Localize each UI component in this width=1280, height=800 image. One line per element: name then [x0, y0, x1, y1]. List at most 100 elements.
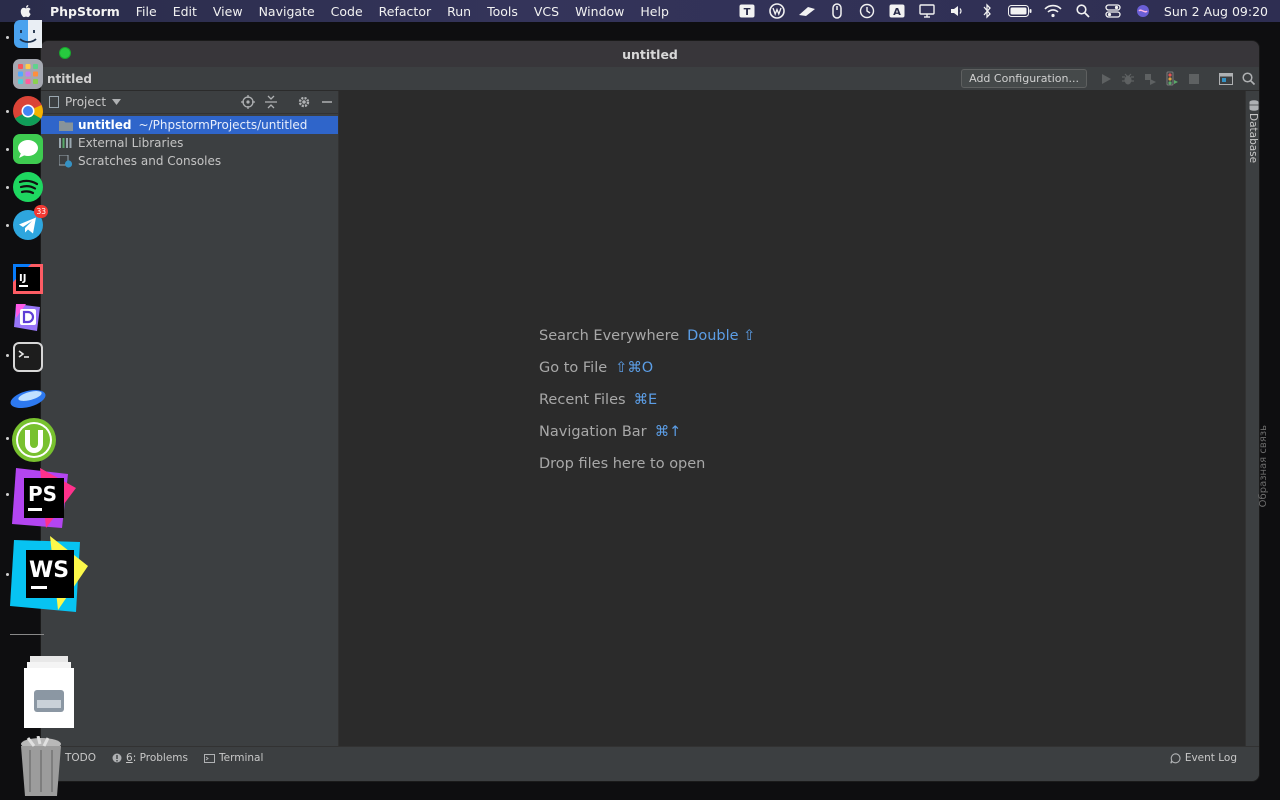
svg-text:PS: PS	[28, 482, 57, 506]
time-machine-icon[interactable]	[852, 0, 882, 22]
phpstorm-window: untitled ntitled Add Configuration... Pr…	[40, 40, 1260, 782]
dock-telegram[interactable]: 33	[12, 205, 48, 241]
dock-intellij[interactable]: IJ	[13, 264, 43, 294]
dock-messages[interactable]	[12, 133, 44, 165]
menu-edit[interactable]: Edit	[165, 4, 205, 19]
tree-item-label: Scratches and Consoles	[78, 154, 222, 168]
mouse-status-icon[interactable]	[822, 0, 852, 22]
database-icon	[1249, 100, 1259, 111]
menu-app-name[interactable]: PhpStorm	[46, 4, 128, 19]
dock-trash[interactable]	[18, 736, 64, 800]
dock-launchpad[interactable]	[13, 59, 43, 89]
hide-panel-icon[interactable]	[315, 91, 338, 114]
editor-empty-area[interactable]: Search Everywhere Double ⇧ Go to File ⇧⌘…	[339, 91, 1245, 746]
dock-finder[interactable]	[12, 20, 44, 50]
hint-recent-files: Recent Files ⌘E	[539, 384, 755, 416]
locate-file-icon[interactable]	[236, 91, 259, 114]
dock-datagrip[interactable]	[12, 301, 44, 333]
event-log-tool-button[interactable]: Event Log	[1162, 749, 1245, 767]
status-area: T A Sun 2 Aug 09:20	[732, 0, 1280, 22]
hint-label: Recent Files	[539, 392, 626, 408]
tree-item-external-libraries[interactable]: External Libraries	[41, 134, 338, 152]
notification-badge: 33	[34, 205, 48, 218]
menu-vcs[interactable]: VCS	[526, 4, 567, 19]
window-zoom-button[interactable]	[59, 47, 71, 59]
menu-run[interactable]: Run	[439, 4, 479, 19]
dock-chrome[interactable]	[12, 95, 44, 127]
todo-label: TODO	[65, 752, 97, 764]
editor-hints: Search Everywhere Double ⇧ Go to File ⇧⌘…	[539, 320, 755, 480]
macos-dock: 33 IJ PS WS	[0, 14, 88, 800]
tree-item-label: untitled	[78, 118, 132, 132]
menubar-clock[interactable]: Sun 2 Aug 09:20	[1158, 4, 1280, 19]
phpstorm-icon: PS	[12, 468, 76, 528]
coverage-icon[interactable]	[1139, 67, 1161, 91]
problems-tool-button[interactable]: 6: Problems	[104, 749, 196, 767]
typora-status-icon[interactable]: T	[732, 0, 762, 22]
spotlight-search-icon[interactable]	[1068, 0, 1098, 22]
tree-item-scratches[interactable]: Scratches and Consoles	[41, 152, 338, 170]
dock-terminal[interactable]	[13, 342, 43, 372]
hint-label: Search Everywhere	[539, 328, 680, 344]
menu-refactor[interactable]: Refactor	[371, 4, 439, 19]
trash-icon	[21, 736, 61, 796]
bluetooth-icon[interactable]	[972, 0, 1002, 22]
input-source-icon[interactable]: A	[882, 0, 912, 22]
collapse-all-icon[interactable]	[259, 91, 282, 114]
terminal-label: Terminal	[219, 752, 264, 764]
wordpress-status-icon[interactable]	[762, 0, 792, 22]
gear-icon[interactable]	[292, 91, 315, 114]
control-center-icon[interactable]	[1098, 0, 1128, 22]
tree-item-label: External Libraries	[78, 136, 184, 150]
dock-cloud-app[interactable]	[8, 384, 48, 412]
project-structure-icon[interactable]	[1215, 67, 1237, 91]
svg-text:A: A	[893, 7, 901, 18]
chrome-icon	[13, 96, 43, 127]
run-icon[interactable]	[1095, 67, 1117, 91]
wifi-icon[interactable]	[1038, 0, 1068, 22]
dock-webstorm[interactable]: WS	[10, 534, 90, 614]
profiler-icon[interactable]	[1161, 67, 1183, 91]
dock-downloads-stack[interactable]	[22, 654, 76, 730]
menu-code[interactable]: Code	[323, 4, 371, 19]
database-tool-button[interactable]: Database	[1247, 113, 1259, 163]
project-panel-actions	[236, 91, 338, 114]
warning-icon	[112, 753, 122, 763]
menu-file[interactable]: File	[128, 4, 165, 19]
terminal-icon	[204, 753, 215, 763]
battery-icon[interactable]	[1002, 0, 1038, 22]
project-tool-window: Project untitled ~/PhpstormProjects/unti…	[41, 91, 339, 746]
cloud-status-icon[interactable]	[792, 0, 822, 22]
terminal-tool-button[interactable]: Terminal	[196, 749, 271, 767]
display-icon[interactable]	[912, 0, 942, 22]
scratches-icon	[59, 154, 73, 168]
stop-icon[interactable]	[1183, 67, 1205, 91]
running-indicator	[6, 354, 9, 357]
svg-text:T: T	[743, 7, 750, 18]
hint-navigation-bar: Navigation Bar ⌘↑	[539, 416, 755, 448]
add-configuration-button[interactable]: Add Configuration...	[961, 69, 1087, 88]
background-ghost-text: Образная связь	[1258, 425, 1269, 508]
tree-item-project-root[interactable]: untitled ~/PhpstormProjects/untitled	[41, 116, 338, 134]
project-view-selector[interactable]: Project	[41, 95, 122, 109]
menu-navigate[interactable]: Navigate	[251, 4, 323, 19]
search-everywhere-icon[interactable]	[1237, 67, 1259, 91]
event-log-icon	[1170, 752, 1181, 764]
dock-spotify[interactable]	[12, 171, 44, 203]
hint-shortcut: Double ⇧	[687, 328, 756, 344]
siri-icon[interactable]	[1128, 0, 1158, 22]
menu-help[interactable]: Help	[632, 4, 677, 19]
dock-phpstorm[interactable]: PS	[10, 464, 78, 532]
debug-icon[interactable]	[1117, 67, 1139, 91]
menu-view[interactable]: View	[205, 4, 251, 19]
libraries-icon	[59, 138, 72, 148]
event-log-label: Event Log	[1184, 752, 1237, 764]
volume-icon[interactable]	[942, 0, 972, 22]
window-title: untitled	[622, 46, 678, 62]
running-indicator	[6, 36, 9, 39]
dock-utorrent[interactable]	[10, 416, 58, 464]
menu-window[interactable]: Window	[567, 4, 632, 19]
menu-tools[interactable]: Tools	[479, 4, 526, 19]
running-indicator	[6, 573, 9, 576]
running-indicator	[6, 493, 9, 496]
